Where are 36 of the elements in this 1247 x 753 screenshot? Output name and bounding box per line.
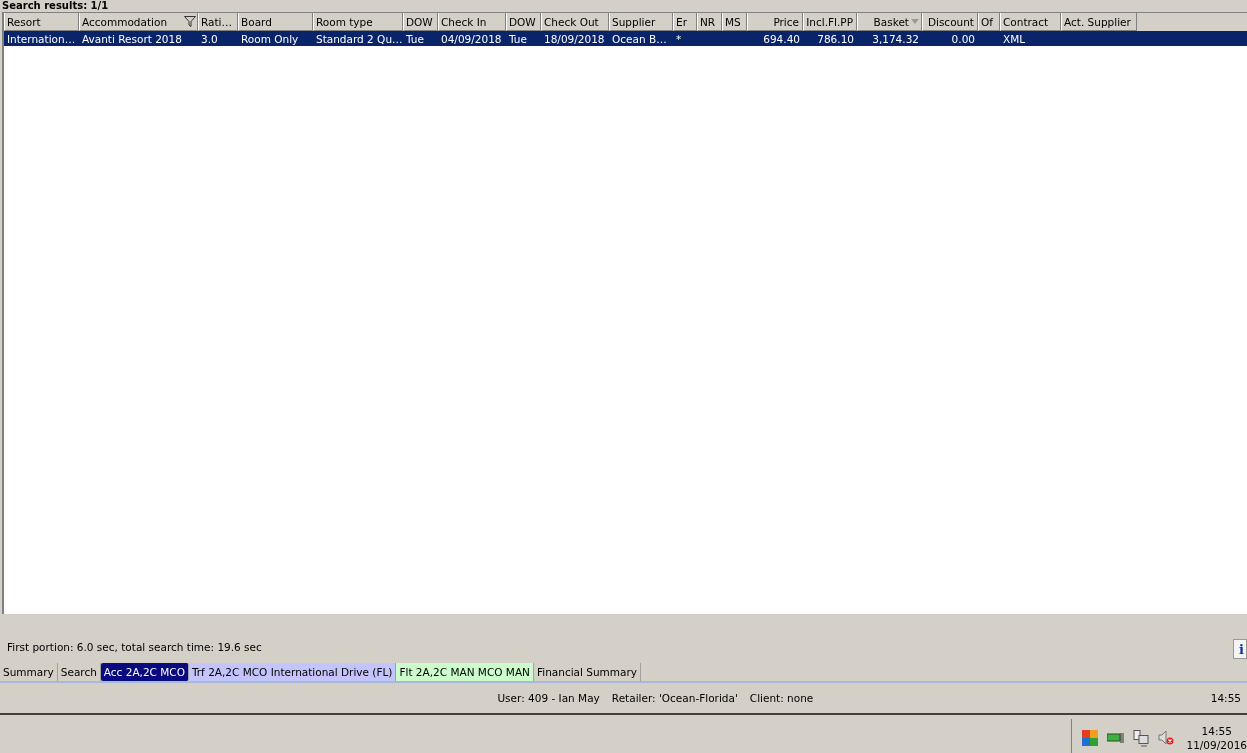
table-cell-text: Standard 2 Qu… bbox=[315, 32, 403, 45]
status-time: 14:55 bbox=[1210, 692, 1242, 704]
table-cell-text: 3,174.32 bbox=[871, 32, 920, 45]
table-cell-text: 3.0 bbox=[200, 32, 219, 45]
table-cell-text: XML bbox=[1002, 32, 1027, 45]
status-text: Client: none bbox=[749, 692, 814, 704]
colored-squares-icon[interactable] bbox=[1082, 730, 1099, 746]
tab[interactable]: Summary bbox=[0, 663, 58, 681]
table-cell-text: Internation… bbox=[6, 32, 77, 45]
tab[interactable]: Flt 2A,2C MAN MCO MAN bbox=[396, 663, 534, 681]
table-cell-text: 18/09/2018 bbox=[543, 32, 606, 45]
table-cell-text: Avanti Resort 2018 bbox=[81, 32, 183, 45]
clock-time: 14:55 bbox=[1201, 724, 1232, 738]
network-card-icon[interactable] bbox=[1107, 732, 1125, 744]
computer-network-icon[interactable] bbox=[1133, 729, 1150, 747]
table-cell-text: Tue bbox=[405, 32, 425, 45]
speaker-muted-icon[interactable] bbox=[1158, 730, 1175, 746]
sort-descending-icon bbox=[911, 19, 919, 24]
table-cell-text: 0.00 bbox=[950, 32, 976, 45]
status-text: User: 409 - Ian May bbox=[497, 692, 600, 704]
table-cell-text: Ocean B… bbox=[611, 32, 668, 45]
table-cell-text: 786.10 bbox=[816, 32, 855, 45]
table-cell-text: 04/09/2018 bbox=[440, 32, 503, 45]
results-title: Search results: 1/1 bbox=[1, 0, 110, 12]
tab[interactable]: Trf 2A,2C MCO International Drive (FL) bbox=[188, 663, 397, 681]
info-button[interactable]: i bbox=[1233, 639, 1247, 659]
clock-date: 11/09/2016 bbox=[1186, 738, 1247, 752]
tab[interactable]: Acc 2A,2C MCO bbox=[100, 663, 189, 681]
table-cell-text: Tue bbox=[508, 32, 528, 45]
filter-icon[interactable] bbox=[184, 16, 196, 27]
table-cell-text: Room Only bbox=[240, 32, 300, 45]
table-row[interactable]: Internation… Avanti Resort 2018 3.0 Room Only Standard 2 Qu… Tue 04/09/2018 Tue 18/09/2018 Ocean B… * 694.40 786.10 3,174.32 0.00 XML bbox=[4, 31, 1247, 46]
search-time-text: First portion: 6.0 sec, total search time: 19.6 sec bbox=[7, 641, 262, 653]
table-cell-text: 694.40 bbox=[762, 32, 801, 45]
status-text: Retailer: 'Ocean-Florida' bbox=[611, 692, 738, 704]
table-cell-text: * bbox=[675, 32, 683, 45]
